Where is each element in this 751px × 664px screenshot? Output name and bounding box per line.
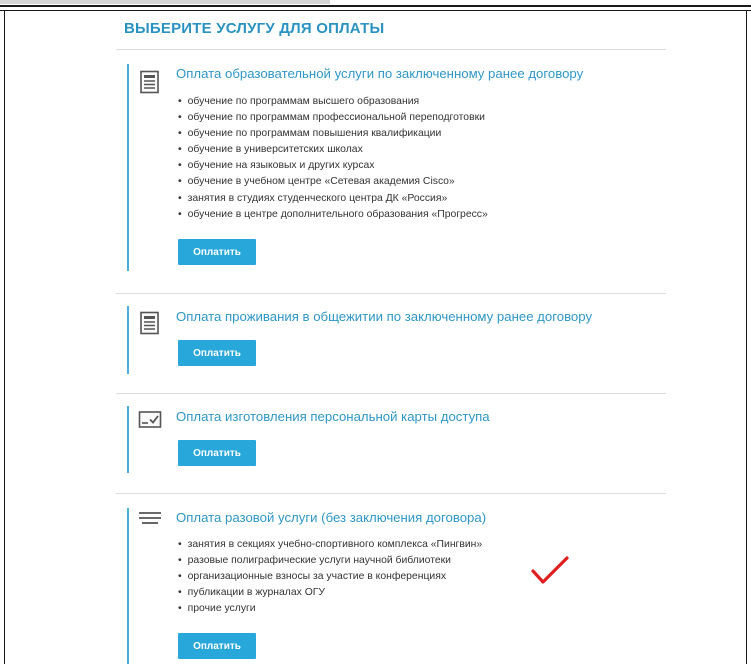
list-item: обучение в учебном центре «Сетевая акаде… [178, 174, 488, 190]
list-item: обучение по программам профессиональной … [178, 110, 488, 126]
title-separator [116, 49, 666, 50]
list-item: обучение по программам повышения квалифи… [178, 126, 488, 142]
list-item: занятия в секциях учебно-спортивного ком… [178, 537, 483, 553]
card-accent-bar [127, 406, 129, 473]
service-items-list: обучение по программам высшего образован… [178, 94, 488, 223]
list-item: публикации в журналах ОГУ [178, 585, 482, 601]
card-separator [116, 493, 666, 494]
page-title: ВЫБЕРИТЕ УСЛУГУ ДЛЯ ОПЛАТЫ [124, 20, 385, 37]
service-items-list: занятия в секциях учебно-спортивного ком… [178, 537, 483, 617]
list-item: обучение в университетских школах [178, 142, 488, 158]
pay-button[interactable]: Оплатить [178, 633, 256, 659]
list-item: обучение на языковых и других курсах [178, 158, 488, 174]
service-title[interactable]: Оплата образовательной услуги по заключе… [176, 66, 583, 81]
card-accent-bar [127, 64, 129, 271]
list-item: обучение в центре дополнительного образо… [178, 207, 488, 223]
list-item: занятия в студиях студенческого центра Д… [178, 191, 488, 207]
menu-lines-icon [139, 512, 161, 524]
list-item: обучение по программам высшего образован… [178, 94, 488, 110]
pay-button[interactable]: Оплатить [178, 239, 256, 265]
list-item: организационные взносы за участие в конф… [178, 569, 482, 585]
card-separator [116, 293, 666, 294]
service-title[interactable]: Оплата разовой услуги (без заключения до… [176, 510, 486, 525]
service-title[interactable]: Оплата проживания в общежитии по заключе… [176, 309, 592, 324]
id-card-icon [138, 411, 162, 428]
card-accent-bar [127, 508, 129, 664]
service-title[interactable]: Оплата изготовления персональной карты д… [176, 409, 490, 424]
top-strip [0, 0, 330, 4]
top-rule-thin [0, 10, 751, 11]
card-accent-bar [127, 306, 129, 374]
document-icon [140, 70, 159, 94]
frame-right-border [746, 10, 747, 664]
pay-button[interactable]: Оплатить [178, 340, 256, 366]
list-item: прочие услуги [178, 601, 482, 617]
card-separator [116, 393, 666, 394]
pay-button[interactable]: Оплатить [178, 440, 256, 466]
top-rule [0, 5, 751, 7]
checkmark-icon [531, 556, 569, 584]
list-item: разовые полиграфические услуги научной б… [178, 553, 482, 569]
frame-left-border [4, 10, 5, 664]
document-icon [140, 311, 159, 335]
